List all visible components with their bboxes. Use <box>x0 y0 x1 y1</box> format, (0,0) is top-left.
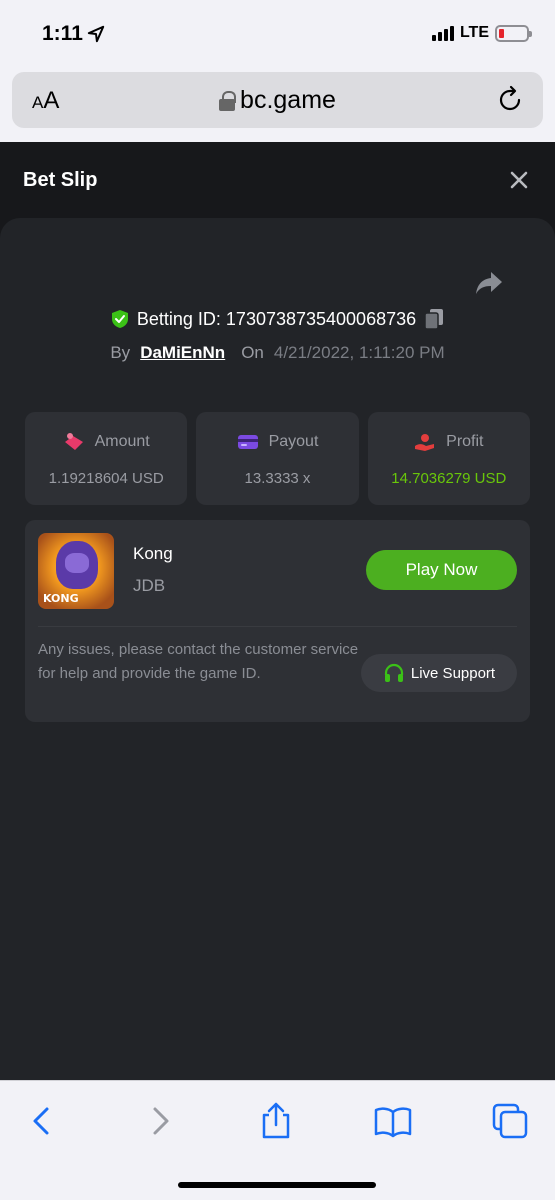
play-now-button[interactable]: Play Now <box>366 550 517 590</box>
amount-icon <box>64 433 83 450</box>
on-label: On <box>241 343 264 362</box>
gorilla-face-art <box>65 553 89 573</box>
url-display[interactable]: bc.game <box>12 86 543 115</box>
share-icon[interactable] <box>475 270 503 296</box>
profit-icon <box>415 434 435 451</box>
share-sheet-icon[interactable] <box>256 1101 296 1141</box>
payout-card-icon <box>237 435 258 449</box>
by-label: By <box>110 343 131 362</box>
status-icons: LTE <box>431 24 532 42</box>
status-time: 1:11 <box>42 22 105 46</box>
amount-card: Amount 1.19218604 USD <box>25 412 188 505</box>
game-name: Kong <box>133 544 173 563</box>
amount-label: Amount <box>94 433 150 450</box>
game-provider: JDB <box>133 576 166 595</box>
bookmarks-icon[interactable] <box>373 1101 413 1141</box>
shield-check-icon <box>111 310 128 328</box>
support-note: Any issues, please contact the customer … <box>38 641 359 682</box>
betting-id-row: Betting ID: 1730738735400068736 <box>0 308 555 330</box>
back-icon[interactable] <box>22 1101 62 1141</box>
reload-icon[interactable] <box>495 85 525 115</box>
betting-id: Betting ID: 1730738735400068736 <box>136 308 417 329</box>
bet-date: 4/21/2022, 1:11:20 PM <box>273 343 445 362</box>
bet-meta-row: By DaMiEnNn On 4/21/2022, 1:11:20 PM <box>0 343 555 363</box>
live-support-button[interactable]: Live Support <box>361 654 517 692</box>
status-bar: 1:11 LTE <box>0 0 555 70</box>
payout-value: 13.3333 x <box>244 470 311 487</box>
network-label: LTE <box>459 24 489 41</box>
browser-address-area: AA bc.game <box>0 70 555 142</box>
profit-value: 14.7036279 USD <box>391 470 507 487</box>
home-indicator <box>178 1182 376 1188</box>
payout-card: Payout 13.3333 x <box>196 412 359 505</box>
tabs-icon[interactable] <box>490 1101 530 1141</box>
live-support-label: Live Support <box>410 664 496 682</box>
game-card: KONG Kong JDB Play Now Any issues, pleas… <box>25 520 530 722</box>
thumbnail-logo: KONG <box>43 592 79 605</box>
location-arrow-icon <box>87 25 105 43</box>
modal-title: Bet Slip <box>23 169 98 191</box>
signal-icon <box>431 25 454 41</box>
lock-icon <box>219 90 237 111</box>
battery-icon <box>495 24 532 42</box>
url-text: bc.game <box>240 86 336 114</box>
forward-icon[interactable] <box>140 1101 180 1141</box>
game-thumbnail[interactable]: KONG <box>38 533 114 609</box>
profit-card: Profit 14.7036279 USD <box>367 412 530 505</box>
browser-toolbar <box>0 1080 555 1200</box>
time-label: 1:11 <box>42 22 83 45</box>
bet-slip-content: Betting ID: 1730738735400068736 By DaMiE… <box>0 218 555 1080</box>
amount-value: 1.19218604 USD <box>48 470 164 487</box>
bet-stats: Amount 1.19218604 USD Payout 13.3333 x P… <box>25 412 530 505</box>
address-bar[interactable]: AA bc.game <box>12 72 543 128</box>
close-icon[interactable] <box>509 170 529 190</box>
copy-icon[interactable] <box>424 308 444 330</box>
headphones-icon <box>384 663 403 682</box>
divider <box>38 626 517 627</box>
profit-label: Profit <box>446 433 484 450</box>
modal-header: Bet Slip <box>0 142 555 218</box>
payout-label: Payout <box>268 433 319 450</box>
username-link[interactable]: DaMiEnNn <box>140 343 225 363</box>
